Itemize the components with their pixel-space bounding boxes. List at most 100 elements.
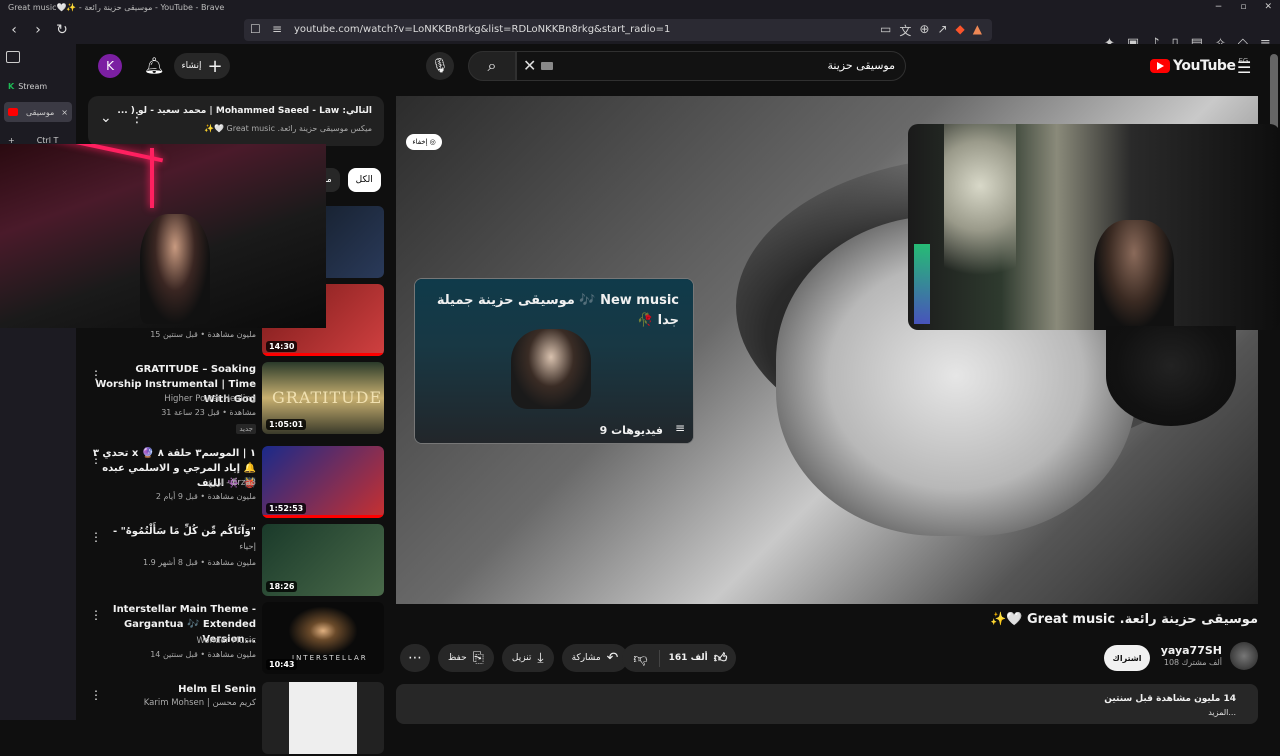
up-next-panel[interactable]: ⌄ ⋮ التالي: Mohammed Saeed - Law | محمد … [88,96,384,146]
search-input[interactable]: ✕ موسيقى حزينة [516,51,906,81]
youtube-logo[interactable]: YouTube EG [1150,57,1248,74]
video-thumbnail[interactable]: GRATITUDE 1:05:01 [262,362,384,434]
playlist-count: 9 فيديوهات [599,424,663,437]
keyboard-icon[interactable] [541,62,553,70]
guide-menu-icon[interactable]: ☰ [1237,58,1251,77]
dislike-icon[interactable]: 👎︎ [622,649,660,667]
subscribe-button[interactable]: اشتراك [1104,645,1150,671]
video-thumbnail[interactable] [262,682,384,754]
description-box[interactable]: 14 مليون مشاهدة قبل سنتين ...المزيد [396,684,1258,724]
chip-all[interactable]: الكل [347,168,381,192]
reload-icon[interactable]: ↻ [52,20,72,40]
maximize-icon[interactable]: ▫ [1240,2,1246,12]
list-item[interactable]: ⋮ GRATITUDE 1:05:01 GRATITUDE – Soaking … [76,362,386,436]
new-badge: جديد [236,424,256,434]
zoom-icon[interactable]: ⊕ [919,22,929,39]
search-button[interactable]: ⌕ [468,51,516,81]
playlist-card[interactable]: New music 🎶 موسيقى حزينة جميلة جدا 🥀 9 ف… [414,278,694,444]
url-actions: ▭ 文 ⊕ ↗ ◆ ▲ [880,22,982,39]
up-next-title: التالي: Mohammed Saeed - Law | محمد سعيد… [117,106,372,116]
flowers [944,124,1016,330]
translate-icon[interactable]: 文 [899,22,911,39]
logo-wordmark: YouTube [1173,58,1236,74]
like-dislike-group: 👎︎ 161 ألف 👍︎ [622,644,736,672]
kick-icon: K [8,81,15,91]
account-avatar[interactable]: K [98,54,122,78]
download-label: تنزيل [511,653,532,663]
video-meta: 2 مليون مشاهدة • قبل 9 أيام [155,492,256,501]
like-icon: 👍︎ [713,650,728,666]
channel-name-main[interactable]: yaya77SH [1161,644,1222,657]
back-icon[interactable]: ‹ [4,20,24,40]
like-button[interactable]: 161 ألف 👍︎ [660,651,736,666]
plus-icon: + [207,55,223,77]
show-more-link[interactable]: ...المزيد [1208,708,1236,717]
watch-progress [262,515,384,518]
tab-youtube[interactable]: موسيقى × [4,102,72,122]
webcam-shadow [1106,326,1236,426]
list-item[interactable]: ⋮ 1:52:53 تحدي ٣ x ١ | الموسم٣ حلقة ٨ 🔮 … [76,446,386,520]
youtube-page: K 🔔︎ إنشاء + 🎙︎ ⌕ ✕ موسيقى حزينة YouTube… [0,44,1280,754]
close-tab-icon[interactable]: × [61,108,68,117]
subscriber-count: 108 ألف مشترك [1163,658,1222,667]
channel-name[interactable]: Karim Mohsen | كريم محسن [144,698,256,708]
forward-icon[interactable]: › [28,20,48,40]
list-item[interactable]: ⋮ Helm El Senin Karim Mohsen | كريم محسن [76,682,386,756]
webcam-overlay-left [0,144,326,328]
chevron-down-icon[interactable]: ⌄ [100,110,112,126]
video-title[interactable]: - "وَآتَاكُم مِّن كُلِّ مَا سَأَلْتُمُوه… [86,524,256,539]
minimize-icon[interactable]: − [1215,2,1223,12]
duration-badge: 18:26 [266,581,298,592]
tab-stream[interactable]: K Stream [4,76,72,96]
video-meta: 1.9 مليون مشاهدة • قبل 8 أشهر [143,558,256,567]
tab-label: موسيقى [26,107,55,117]
create-label: إنشاء [181,61,202,71]
playlist-icon: ≡ [674,421,685,435]
channel-avatar[interactable] [1230,642,1258,670]
hide-button[interactable]: إخفاء ◎ [406,134,442,150]
playlist-title: New music 🎶 موسيقى حزينة جميلة جدا 🥀 [436,293,679,328]
window-controls: − ▫ ✕ [1215,2,1272,12]
download-button[interactable]: تنزيل ⤓ [501,644,554,672]
voice-search-icon[interactable]: 🎙︎ [426,52,454,80]
close-window-icon[interactable]: ✕ [1264,2,1272,12]
address-toolbar: ‹ › ↻ ☐ ≡ youtube.com/watch?v=LoNKKBn8rk… [0,16,1280,51]
save-button[interactable]: حفظ ⎘ [438,644,494,672]
video-thumbnail[interactable]: 1:52:53 [262,446,384,518]
clear-search-icon[interactable]: ✕ [523,56,536,75]
brave-rewards-icon[interactable]: ▲ [973,22,982,39]
video-title[interactable]: Helm El Senin [86,682,256,697]
masthead: K 🔔︎ إنشاء + 🎙︎ ⌕ ✕ موسيقى حزينة YouTube… [76,44,1266,90]
more-actions-button[interactable]: ⋯ [400,644,430,672]
up-next-mix: ميكس موسيقى حزينة رائعة. Great music 🤍✨ [204,124,372,133]
url-text[interactable]: youtube.com/watch?v=LoNKKBn8rkg&list=RDL… [294,24,670,35]
list-item[interactable]: ⋮ INTERSTELLAR 10:43 Interstellar Main T… [76,602,386,676]
channel-name[interactable]: إحياء [239,542,256,552]
share-button[interactable]: مشاركة ↶ [561,644,629,672]
thumbnail-text: INTERSTELLAR [292,654,368,662]
video-thumbnail[interactable]: INTERSTELLAR 10:43 [262,602,384,674]
url-bar[interactable]: ☐ ≡ youtube.com/watch?v=LoNKKBn8rkg&list… [244,19,992,41]
cast-icon[interactable]: ▭ [880,22,891,39]
channel-name[interactable]: ارزع - Erza3 [208,478,256,488]
video-thumbnail[interactable]: 18:26 [262,524,384,596]
channel-name[interactable]: Wonder Music [197,636,257,646]
notifications-bell-icon[interactable]: 🔔︎ [144,56,164,75]
like-count: 161 ألف [668,653,708,663]
tab-label: Stream [18,81,48,91]
bookmark-icon[interactable]: ☐ [250,22,261,36]
youtube-play-icon [1150,59,1170,73]
share-icon[interactable]: ↗ [937,22,947,39]
hide-label: إخفاء [412,138,428,146]
brave-shields-icon[interactable]: ◆ [956,22,965,39]
window-title: Great music🤍✨ - موسيقى حزينة رائعة - You… [8,3,225,12]
site-settings-icon[interactable]: ≡ [272,22,282,36]
panel-icon[interactable] [6,51,20,63]
create-button[interactable]: إنشاء + [174,53,230,79]
led-strip [150,148,154,208]
search-query[interactable]: موسيقى حزينة [828,59,896,72]
share-arrow-icon: ↶ [606,650,619,666]
channel-name[interactable]: Higher Power Healing [164,394,256,404]
window-titlebar: Great music🤍✨ - موسيقى حزينة رائعة - You… [0,0,1280,16]
list-item[interactable]: ⋮ 18:26 - "وَآتَاكُم مِّن كُلِّ مَا سَأَ… [76,524,386,598]
